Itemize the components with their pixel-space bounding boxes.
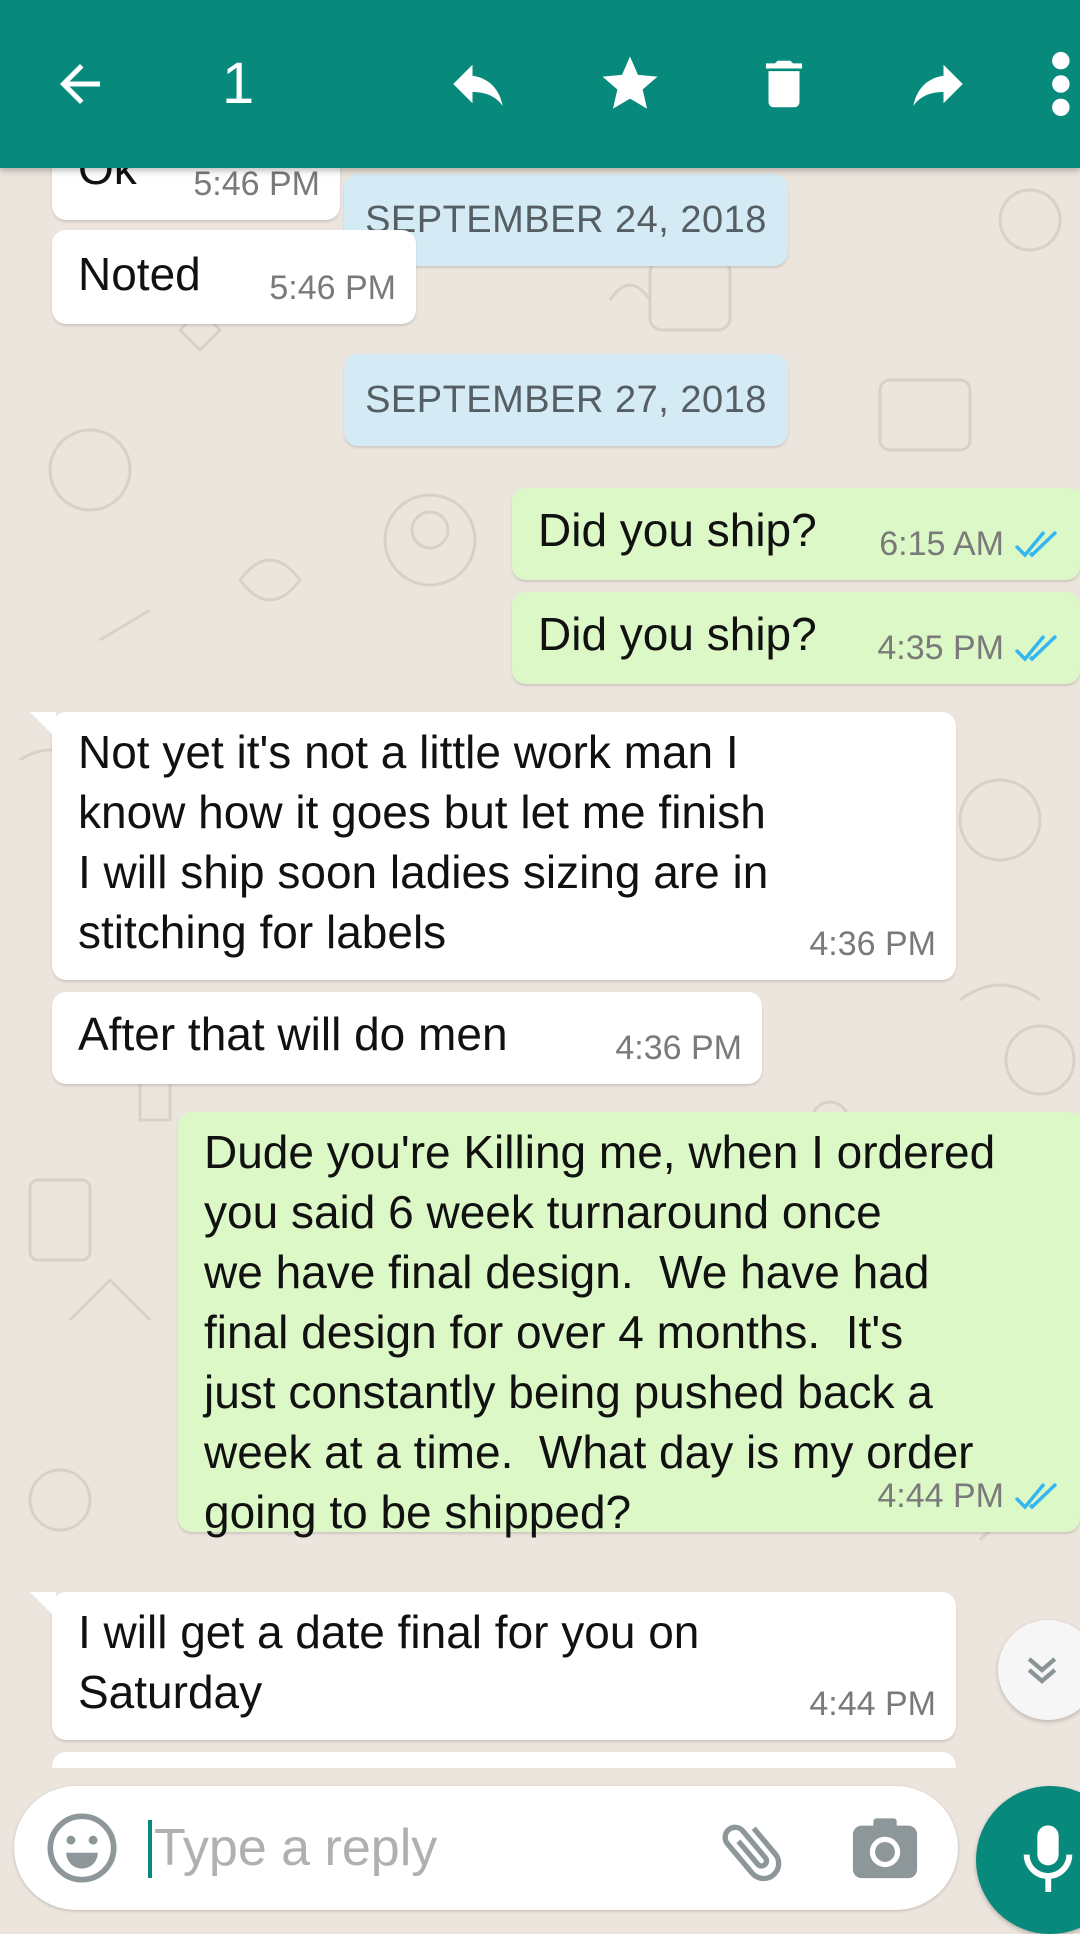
message-outgoing[interactable]: Did you ship? 6:15 AM bbox=[512, 488, 1080, 580]
selected-count: 1 bbox=[222, 51, 255, 116]
message-text: Not yet it's not a little work man I kno… bbox=[78, 726, 769, 958]
message-time: 4:36 PM bbox=[809, 925, 936, 963]
message-text: After that will do men bbox=[78, 1008, 508, 1060]
message-time: 4:35 PM bbox=[877, 629, 1004, 667]
emoji-button[interactable] bbox=[44, 1810, 120, 1886]
selection-toolbar: 1 bbox=[0, 0, 1080, 168]
double-chevron-down-icon bbox=[1027, 1657, 1057, 1684]
paperclip-icon bbox=[722, 1824, 782, 1882]
chat-area[interactable]: Ok 5:46 PM SEPTEMBER 24, 2018 Noted 5:46… bbox=[0, 168, 1080, 1768]
message-text: Ok bbox=[78, 168, 137, 194]
read-receipt-icon bbox=[1014, 634, 1058, 662]
attach-button[interactable] bbox=[714, 1812, 794, 1892]
message-time: 6:15 AM bbox=[879, 525, 1004, 563]
message-text: Noted bbox=[78, 248, 201, 300]
date-divider: SEPTEMBER 27, 2018 bbox=[344, 354, 788, 446]
message-incoming[interactable]: I will get a date final for you on Satur… bbox=[30, 1592, 956, 1740]
message-time: 4:36 PM bbox=[615, 1029, 742, 1067]
read-receipt-icon bbox=[1014, 530, 1058, 558]
delete-icon[interactable] bbox=[744, 44, 824, 124]
more-vert-icon[interactable] bbox=[1030, 44, 1080, 124]
message-outgoing[interactable]: Did you ship? 4:35 PM bbox=[512, 592, 1080, 684]
message-outgoing[interactable]: Dude you're Killing me, when I ordered y… bbox=[178, 1112, 1080, 1538]
emoji-icon bbox=[47, 1813, 117, 1883]
text-cursor bbox=[148, 1820, 152, 1878]
message-text: Did you ship? bbox=[538, 608, 817, 660]
forward-icon[interactable] bbox=[898, 44, 978, 124]
message-time: 4:44 PM bbox=[877, 1477, 1004, 1515]
message-incoming[interactable]: Noted 5:46 PM bbox=[52, 230, 416, 324]
compose-bar bbox=[14, 1786, 958, 1910]
message-incoming[interactable]: Not yet it's not a little work man I kno… bbox=[30, 712, 956, 980]
message-text: Did you ship? bbox=[538, 504, 817, 556]
message-time: 5:46 PM bbox=[193, 168, 320, 203]
message-time: 5:46 PM bbox=[269, 269, 396, 307]
camera-icon bbox=[852, 1818, 918, 1879]
camera-button[interactable] bbox=[850, 1816, 920, 1882]
microphone-icon bbox=[1023, 1825, 1073, 1892]
message-input[interactable] bbox=[154, 1810, 694, 1886]
message-text: I will get a date final for you on Satur… bbox=[78, 1606, 700, 1718]
message-incoming[interactable] bbox=[52, 1752, 956, 1768]
read-receipt-icon bbox=[1014, 1482, 1058, 1510]
reply-icon[interactable] bbox=[438, 44, 518, 124]
message-incoming[interactable]: After that will do men 4:36 PM bbox=[52, 992, 762, 1084]
message-incoming[interactable]: Ok 5:46 PM bbox=[52, 168, 340, 220]
message-time: 4:44 PM bbox=[809, 1685, 936, 1723]
star-icon[interactable] bbox=[590, 44, 670, 124]
back-arrow-icon[interactable] bbox=[40, 44, 120, 124]
